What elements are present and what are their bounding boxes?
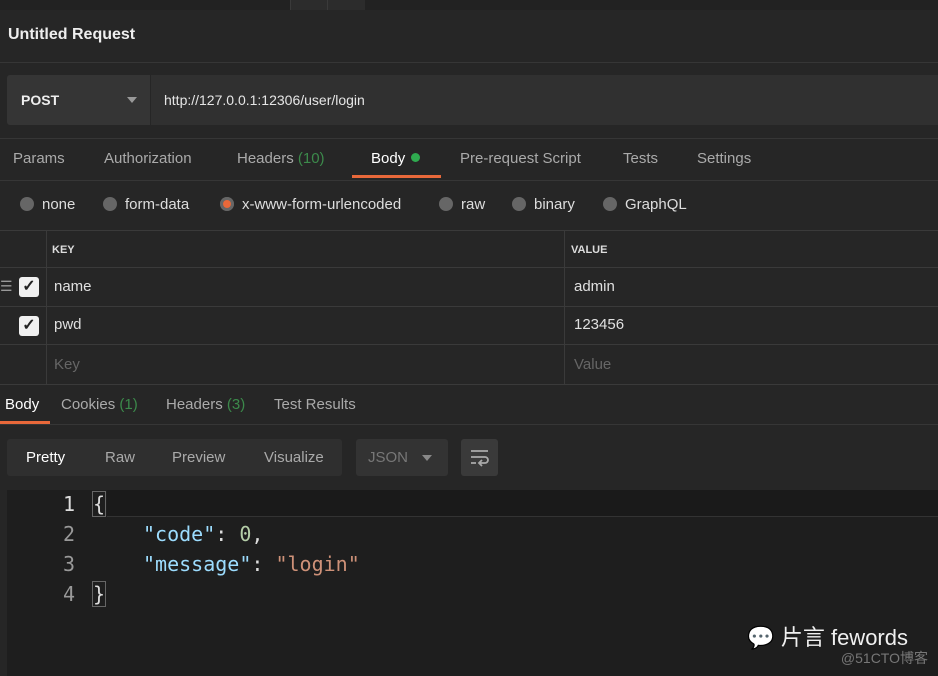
top-tab-strip bbox=[0, 0, 938, 10]
key-cell[interactable]: pwd bbox=[54, 316, 82, 333]
code-line: "message": "login" bbox=[143, 552, 360, 576]
method-label: POST bbox=[21, 92, 60, 108]
tab-tests[interactable]: Tests bbox=[623, 150, 658, 167]
radio-icon bbox=[103, 197, 117, 211]
tab-pre-request-script[interactable]: Pre-request Script bbox=[460, 150, 581, 167]
table-row: ✓ pwd 123456 bbox=[0, 307, 938, 345]
code-line: "code": 0, bbox=[143, 522, 264, 546]
column-divider bbox=[46, 230, 47, 385]
value-header: VALUE bbox=[571, 244, 608, 256]
value-input[interactable]: Value bbox=[574, 356, 611, 373]
view-pretty[interactable]: Pretty bbox=[26, 449, 65, 466]
radio-icon bbox=[20, 197, 34, 211]
divider bbox=[0, 62, 938, 63]
line-number: 1 bbox=[62, 492, 75, 516]
view-preview[interactable]: Preview bbox=[172, 449, 225, 466]
radio-x-www-form-urlencoded[interactable]: x-www-form-urlencoded bbox=[220, 196, 401, 213]
table-header-row: KEY VALUE bbox=[0, 230, 938, 268]
table-row-new: Key Value bbox=[0, 345, 938, 385]
radio-icon bbox=[603, 197, 617, 211]
wrap-lines-button[interactable] bbox=[461, 439, 498, 476]
divider bbox=[0, 138, 938, 139]
row-checkbox[interactable]: ✓ bbox=[19, 316, 39, 336]
current-line-highlight bbox=[107, 490, 938, 517]
tab-authorization[interactable]: Authorization bbox=[104, 150, 192, 167]
divider bbox=[0, 424, 938, 425]
wrap-icon bbox=[471, 450, 489, 467]
radio-icon bbox=[512, 197, 526, 211]
code-line: } bbox=[91, 581, 107, 607]
tab-settings[interactable]: Settings bbox=[697, 150, 751, 167]
url-input[interactable]: http://127.0.0.1:12306/user/login bbox=[151, 75, 938, 125]
params-table: KEY VALUE ☰ ✓ name admin ✓ pwd 123456 Ke… bbox=[0, 230, 938, 385]
response-tab-cookies[interactable]: Cookies (1) bbox=[61, 396, 138, 413]
radio-icon bbox=[439, 197, 453, 211]
active-tab-indicator bbox=[352, 175, 441, 178]
tab-params[interactable]: Params bbox=[13, 150, 65, 167]
view-raw[interactable]: Raw bbox=[105, 449, 135, 466]
radio-raw[interactable]: raw bbox=[439, 196, 485, 213]
response-tab-test-results[interactable]: Test Results bbox=[274, 396, 356, 413]
request-title[interactable]: Untitled Request bbox=[8, 26, 135, 44]
tab-headers[interactable]: Headers (10) bbox=[237, 150, 325, 167]
key-header: KEY bbox=[52, 244, 75, 256]
response-tab-headers[interactable]: Headers (3) bbox=[166, 396, 245, 413]
view-visualize[interactable]: Visualize bbox=[264, 449, 324, 466]
radio-binary[interactable]: binary bbox=[512, 196, 575, 213]
method-select[interactable]: POST bbox=[7, 75, 150, 125]
watermark-source: @51CTO博客 bbox=[840, 650, 928, 666]
line-number: 4 bbox=[62, 582, 75, 606]
row-checkbox[interactable]: ✓ bbox=[19, 277, 39, 297]
headers-count: (10) bbox=[297, 150, 325, 167]
divider bbox=[0, 180, 938, 181]
radio-none[interactable]: none bbox=[20, 196, 75, 213]
chevron-down-icon bbox=[422, 455, 432, 461]
url-value: http://127.0.0.1:12306/user/login bbox=[164, 92, 365, 108]
table-row: ☰ ✓ name admin bbox=[0, 268, 938, 307]
key-cell[interactable]: name bbox=[54, 278, 92, 295]
chevron-down-icon bbox=[127, 97, 137, 103]
tab-body[interactable]: Body bbox=[371, 150, 421, 167]
format-label: JSON bbox=[368, 449, 409, 466]
line-number: 2 bbox=[62, 522, 75, 546]
view-mode-group: Pretty Raw Preview Visualize bbox=[7, 439, 342, 476]
key-input[interactable]: Key bbox=[54, 356, 80, 373]
response-tab-body[interactable]: Body bbox=[5, 396, 39, 413]
drag-handle-icon[interactable]: ☰ bbox=[0, 278, 13, 295]
radio-form-data[interactable]: form-data bbox=[103, 196, 189, 213]
window-tab[interactable] bbox=[290, 0, 327, 10]
value-cell[interactable]: admin bbox=[574, 278, 615, 295]
format-select[interactable]: JSON bbox=[356, 439, 448, 476]
wechat-icon: 💬 bbox=[747, 625, 775, 650]
request-tabs: Params Authorization Headers (10) Body P… bbox=[0, 140, 938, 180]
column-divider bbox=[564, 230, 565, 385]
radio-selected-icon bbox=[220, 197, 234, 211]
status-dot-icon bbox=[411, 153, 421, 162]
code-line: { bbox=[91, 491, 107, 517]
radio-graphql[interactable]: GraphQL bbox=[603, 196, 687, 213]
window-tab[interactable] bbox=[327, 0, 365, 10]
line-number: 3 bbox=[62, 552, 75, 576]
value-cell[interactable]: 123456 bbox=[574, 316, 624, 333]
